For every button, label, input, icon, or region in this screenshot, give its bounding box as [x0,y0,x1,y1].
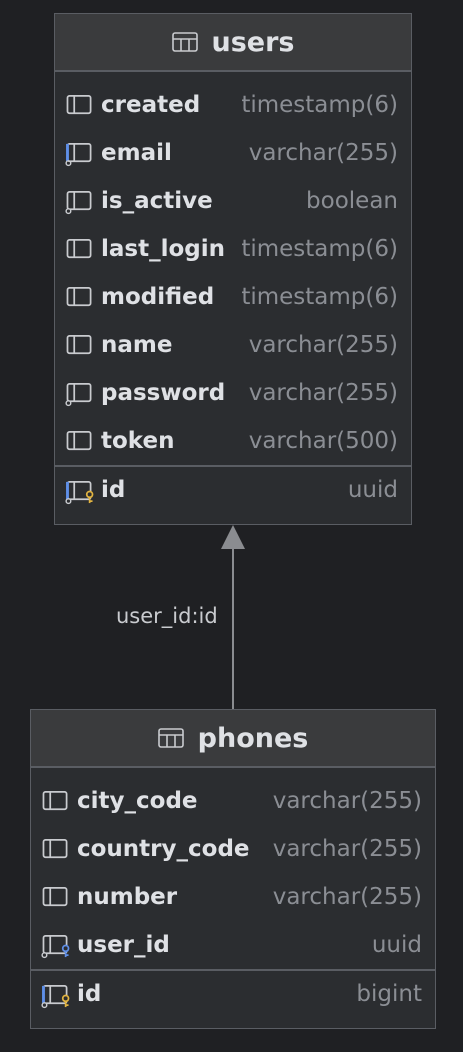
column-row-name[interactable]: name varchar(255) [55,321,411,369]
column-type: varchar(255) [272,836,422,862]
column-icon [65,93,95,119]
phones-table-header[interactable]: phones [31,710,435,768]
column-type: varchar(500) [248,428,398,454]
users-table[interactable]: users created timestamp(6) email varchar(25… [54,13,412,525]
column-icon [41,837,71,863]
column-type: bigint [356,981,422,1007]
column-name: user_id [77,932,170,958]
primary-key-icon [65,479,95,505]
column-row-user-id[interactable]: user_id uuid [31,921,435,969]
column-type: boolean [306,188,398,214]
users-column-list: created timestamp(6) email varchar(255) is_a… [55,72,411,465]
phones-primary-key-row[interactable]: id bigint [31,969,435,1017]
column-name: city_code [77,788,198,814]
column-name: token [101,428,175,454]
column-type: timestamp(6) [241,236,398,262]
column-row-is-active[interactable]: is_active boolean [55,177,411,225]
column-row-modified[interactable]: modified timestamp(6) [55,273,411,321]
column-name: is_active [101,188,213,214]
relationship-label: user_id:id [116,604,218,628]
column-type: varchar(255) [248,332,398,358]
column-icon [65,237,95,263]
phones-table-title: phones [197,722,309,754]
unique-column-icon [65,141,95,167]
users-table-header[interactable]: users [55,14,411,72]
table-icon [157,728,184,748]
column-row-number[interactable]: number varchar(255) [31,873,435,921]
column-name: modified [101,284,215,310]
column-type: varchar(255) [248,140,398,166]
phones-column-list: city_code varchar(255) country_code varchar… [31,768,435,969]
column-name: password [101,380,226,406]
users-table-title: users [211,26,295,58]
column-type: uuid [347,477,398,503]
foreign-key-icon [41,933,71,959]
phones-table[interactable]: phones city_code varchar(255) country_code… [30,709,436,1029]
column-row-token[interactable]: token varchar(500) [55,417,411,465]
column-name: created [101,92,201,118]
users-primary-key-row[interactable]: id uuid [55,465,411,513]
column-type: varchar(255) [272,788,422,814]
column-row-password[interactable]: password varchar(255) [55,369,411,417]
column-name: number [77,884,178,910]
column-name: id [101,477,126,503]
primary-key-icon [41,983,71,1009]
column-name: email [101,140,172,166]
column-row-last-login[interactable]: last_login timestamp(6) [55,225,411,273]
column-type: uuid [371,932,422,958]
column-row-city-code[interactable]: city_code varchar(255) [31,777,435,825]
column-row-email[interactable]: email varchar(255) [55,129,411,177]
column-type: timestamp(6) [241,92,398,118]
column-icon [41,789,71,815]
relationship-arrowhead-icon [221,525,245,549]
column-type: varchar(255) [248,380,398,406]
column-icon [65,285,95,311]
column-name: name [101,332,173,358]
nullable-column-icon [65,381,95,407]
column-icon [65,333,95,359]
column-icon [41,885,71,911]
column-type: varchar(255) [272,884,422,910]
column-type: timestamp(6) [241,284,398,310]
table-icon [171,32,198,52]
column-icon [65,429,95,455]
column-row-country-code[interactable]: country_code varchar(255) [31,825,435,873]
column-name: id [77,981,102,1007]
nullable-column-icon [65,189,95,215]
column-name: country_code [77,836,250,862]
column-row-created[interactable]: created timestamp(6) [55,81,411,129]
column-name: last_login [101,236,225,262]
